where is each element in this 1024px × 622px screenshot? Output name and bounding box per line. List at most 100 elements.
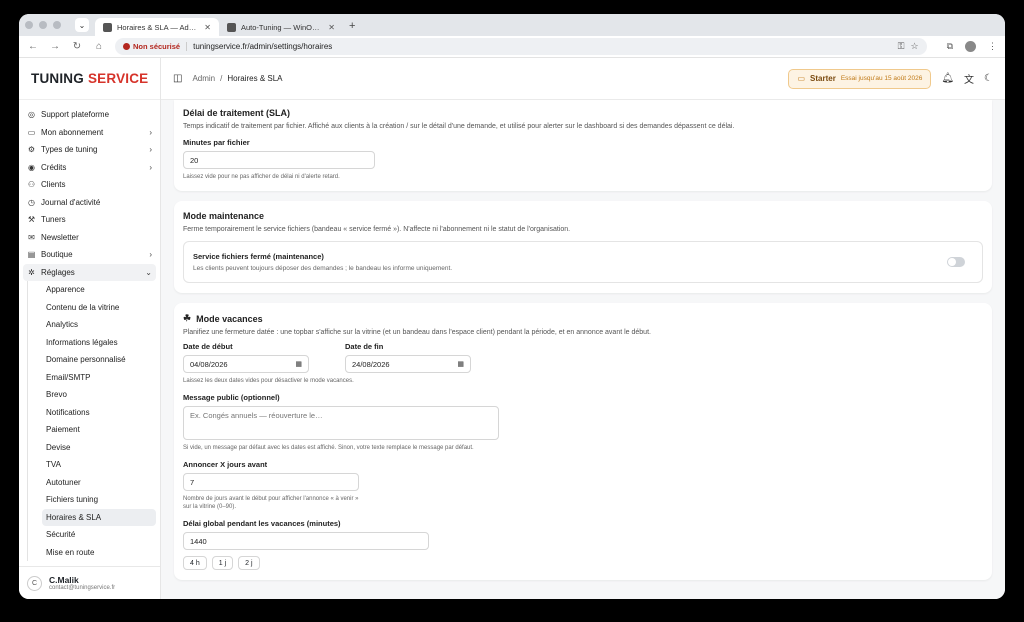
maintenance-description: Ferme temporairement le service fichiers… [183,226,571,234]
sidebar-item-support[interactable]: ◎ Support plateforme [23,106,156,124]
browser-tab-autotuning[interactable]: Auto-Tuning — WinOLS, proj ✕ [219,18,343,36]
card-icon: ▭ [797,74,806,83]
bookmark-star-icon[interactable]: ☆ [910,41,918,52]
vacation-description: Planifiez une fermeture datée : une topb… [183,329,651,337]
warning-icon [123,43,130,50]
breadcrumb: Admin / Horaires & SLA [192,74,282,83]
maintenance-toggle-row: Service fichiers fermé (maintenance) Les… [183,241,983,284]
sidebar-item-types[interactable]: ⚙ Types de tuning › [23,141,156,159]
tab-search-icon[interactable]: ⌄ [75,18,89,32]
minimize-window-icon[interactable] [39,21,47,29]
key-icon[interactable]: ⚿ [898,41,905,52]
moon-icon[interactable]: ☾ [984,73,993,84]
start-date-input[interactable]: 04/08/2026 ▦ [183,355,309,374]
calendar-icon[interactable]: ▦ [457,360,464,368]
sidebar-subitem-domaine[interactable]: Domaine personnalisé [42,351,156,369]
browser-tab-horaires[interactable]: Horaires & SLA — Admin · Tu ✕ [95,18,219,36]
public-message-textarea[interactable] [183,406,499,441]
reload-icon[interactable]: ↻ [71,41,83,52]
maintenance-toggle-desc: Les clients peuvent toujours déposer des… [193,265,453,273]
sidebar-subitem-analytics[interactable]: Analytics [42,316,156,334]
sidebar-subitem-mise-en-route[interactable]: Mise en route [42,544,156,562]
sidebar-item-label: Support plateforme [41,110,110,120]
sidebar-item-label: Journal d'activité [41,197,101,207]
extensions-icon[interactable]: ⧉ [947,41,953,52]
minutes-per-file-input[interactable]: 20 [183,151,375,169]
announce-days-input[interactable]: 7 [183,473,359,492]
preset-2j-button[interactable]: 2 j [238,556,260,571]
home-icon[interactable]: ⌂ [93,41,105,52]
sidebar-item-journal[interactable]: ◷ Journal d'activité [23,194,156,212]
settings-content: Délai de traitement (SLA) Temps indicati… [161,100,1005,581]
vacation-delay-input[interactable]: 1440 [183,532,429,551]
sidebar-subitem-email-smtp[interactable]: Email/SMTP [42,369,156,387]
gear-icon: ⚙ [27,145,36,155]
end-date-value: 24/08/2026 [352,359,390,369]
sidebar-subitem-apparence[interactable]: Apparence [42,281,156,299]
maintenance-toggle-title: Service fichiers fermé (maintenance) [193,252,324,262]
settings-icon: ✲ [28,267,35,277]
end-date-label: Date de fin [345,342,384,352]
close-tab-icon[interactable]: ✕ [204,23,211,32]
maximize-window-icon[interactable] [53,21,61,29]
translate-icon[interactable]: 文 [964,71,974,86]
sidebar-item-abonnement[interactable]: ▭ Mon abonnement › [23,124,156,142]
new-tab-icon[interactable]: + [349,20,355,32]
sidebar-item-label: Newsletter [41,232,79,242]
forward-icon[interactable]: → [49,41,61,52]
sidebar-subitem-tva[interactable]: TVA [42,456,156,474]
sidebar-subitem-horaires-sla[interactable]: Horaires & SLA [42,508,156,526]
maintenance-card: Mode maintenance Ferme temporairement le… [174,201,992,294]
breadcrumb-root[interactable]: Admin [192,74,215,83]
browser-menu-icon[interactable]: ⋮ [988,41,997,52]
brand-logo[interactable]: TUNING SERVICE [19,58,160,100]
sidebar-subitem-informations-legales[interactable]: Informations légales [42,334,156,352]
sidebar-toggle-icon[interactable]: ◫ [173,73,182,84]
message-hint: Si vide, un message par défaut avec les … [183,445,474,452]
mail-icon: ✉ [28,232,35,242]
url-text[interactable]: tuningservice.fr/admin/settings/horaires [193,42,892,51]
breadcrumb-separator: / [220,74,223,83]
end-date-input[interactable]: 24/08/2026 ▦ [345,355,471,374]
maintenance-switch[interactable] [947,257,965,268]
sla-hint: Laissez vide pour ne pas afficher de dél… [183,174,340,180]
vacation-title: Mode vacances [196,313,263,324]
preset-4h-button[interactable]: 4 h [183,556,207,571]
sidebar-item-label: Boutique [41,250,73,260]
delay-presets: 4 h 1 j 2 j [183,556,983,571]
sidebar-subitem-autotuner[interactable]: Autotuner [42,474,156,492]
wrench-icon: ⚒ [27,215,36,225]
tab-strip: ⌄ Horaires & SLA — Admin · Tu ✕ Auto-Tun… [19,14,1005,36]
user-card[interactable]: C C.Malik contact@tuningservice.fr [19,566,160,599]
vacation-dates-row: Date de début 04/08/2026 ▦ Date de fin 2… [183,342,983,374]
preset-1j-button[interactable]: 1 j [211,556,234,571]
close-window-icon[interactable] [25,21,33,29]
sidebar-item-boutique[interactable]: ▤ Boutique › [23,246,156,264]
sidebar-subitem-notifications[interactable]: Notifications [42,404,156,422]
security-indicator[interactable]: Non sécurisé [123,42,188,51]
sidebar-subitem-fichiers-tuning[interactable]: Fichiers tuning [42,491,156,509]
help-icon: ◎ [28,110,35,120]
sidebar-subitem-devise[interactable]: Devise [42,439,156,457]
sidebar-subitem-brevo[interactable]: Brevo [42,386,156,404]
omnibox[interactable]: Non sécurisé tuningservice.fr/admin/sett… [115,38,927,55]
sidebar-item-credits[interactable]: ◉ Crédits › [23,159,156,177]
user-email: contact@tuningservice.fr [49,585,116,591]
bell-icon[interactable]: 🔔︎ [941,73,954,84]
close-tab-icon[interactable]: ✕ [328,23,335,32]
sidebar-item-clients[interactable]: ⚇ Clients [23,176,156,194]
back-icon[interactable]: ← [27,41,39,52]
calendar-icon[interactable]: ▦ [295,360,302,368]
sidebar-subitem-contenu-vitrine[interactable]: Contenu de la vitrine [42,299,156,317]
sidebar-subitem-securite[interactable]: Sécurité [42,526,156,544]
sidebar-item-newsletter[interactable]: ✉ Newsletter [23,229,156,247]
sidebar-subitem-paiement[interactable]: Paiement [42,421,156,439]
sidebar-item-reglages[interactable]: ✲ Réglages ⌄ [23,263,156,281]
sidebar-item-label: Types de tuning [41,145,98,155]
history-icon: ◷ [28,197,35,207]
chevron-right-icon: › [149,250,152,260]
plan-badge[interactable]: ▭ Starter Essai jusqu'au 15 août 2026 [788,68,932,89]
sidebar-item-tuners[interactable]: ⚒ Tuners [23,211,156,229]
chevron-right-icon: › [149,162,152,172]
profile-avatar-icon[interactable] [965,41,976,52]
